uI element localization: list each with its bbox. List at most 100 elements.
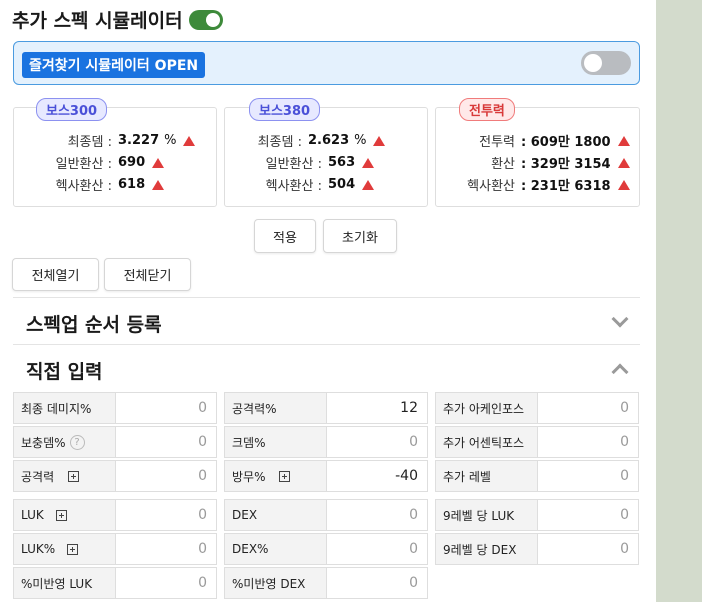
label-text: LUK (21, 508, 44, 522)
normal-convert-row: 일반환산 : 690 (14, 153, 216, 172)
field-label: 추가 아케인포스 (436, 393, 538, 423)
dex-per-9-level-input[interactable]: 0 (538, 534, 638, 564)
ignore-defense-input[interactable]: -40 (327, 461, 427, 491)
row-value: : 609만 1800 (521, 135, 611, 150)
expand-plus-icon[interactable] (279, 470, 291, 482)
increase-arrow-icon (152, 157, 165, 168)
field-label: 공격력% (225, 393, 327, 423)
expand-plus-icon[interactable] (67, 543, 79, 555)
row-label: 헥사환산 (467, 179, 515, 194)
expand-all-button[interactable]: 전체열기 (12, 258, 99, 291)
boss-damage-input-cell: 보충뎀%? 0 (13, 426, 217, 458)
favorites-toggle[interactable] (581, 51, 631, 75)
field-label: 9레벨 당 DEX (436, 534, 538, 564)
label-text: 공격력% (232, 401, 277, 416)
attack-percent-input[interactable]: 12 (327, 393, 427, 423)
row-label: 일반환산 : (265, 157, 322, 172)
combat-power-row: 전투력 : 609만 1800 (436, 131, 639, 150)
authentic-force-input[interactable]: 0 (538, 427, 638, 457)
unapplied-luk-input[interactable]: 0 (116, 568, 216, 598)
dex-percent-input-cell: DEX% 0 (224, 533, 428, 565)
boss380-badge: 보스380 (249, 98, 321, 121)
unapplied-luk-input-cell: %미반영 LUK 0 (13, 567, 217, 599)
field-label: 추가 레벨 (436, 461, 538, 491)
attack-input-cell: 공격력 0 (13, 460, 217, 492)
side-panel-background (656, 0, 702, 602)
attack-percent-input-cell: 공격력% 12 (224, 392, 428, 424)
luk-percent-input[interactable]: 0 (116, 534, 216, 564)
label-text: 추가 어센틱포스 (443, 435, 525, 450)
label-text: 추가 레벨 (443, 469, 491, 484)
increase-arrow-icon (373, 135, 386, 146)
help-icon[interactable]: ? (69, 434, 85, 450)
label-text: DEX (232, 508, 258, 522)
field-label: DEX (225, 500, 327, 530)
label-text: 방무% (232, 469, 266, 484)
arcane-force-input-cell: 추가 아케인포스 0 (435, 392, 639, 424)
field-label: 보충뎀%? (14, 427, 116, 457)
label-text: LUK% (21, 542, 56, 556)
row-value: 2.623 (308, 133, 350, 148)
collapse-all-button[interactable]: 전체닫기 (104, 258, 191, 291)
dex-input[interactable]: 0 (327, 500, 427, 530)
normal-convert-row: 일반환산 : 563 (225, 153, 427, 172)
unapplied-dex-input[interactable]: 0 (327, 568, 427, 598)
crit-damage-input[interactable]: 0 (327, 427, 427, 457)
row-value: 563 (328, 155, 356, 170)
direct-input-section-header[interactable]: 직접 입력 (13, 344, 640, 390)
simulator-toggle[interactable] (188, 9, 223, 30)
hexa-convert-row: 헥사환산 : 231만 6318 (436, 175, 639, 194)
row-label: 전투력 (479, 135, 515, 150)
reset-button[interactable]: 초기화 (323, 219, 397, 253)
expand-plus-icon[interactable] (55, 509, 67, 521)
luk-input[interactable]: 0 (116, 500, 216, 530)
dex-percent-input[interactable]: 0 (327, 534, 427, 564)
hexa-convert-row: 헥사환산 : 504 (225, 175, 427, 194)
label-text: 크뎀% (232, 435, 266, 450)
row-value: 690 (118, 155, 146, 170)
increase-arrow-icon (617, 157, 630, 168)
row-unit: % (354, 133, 367, 148)
ignore-defense-input-cell: 방무% -40 (224, 460, 428, 492)
row-value: 618 (118, 177, 146, 192)
chevron-up-icon (611, 363, 629, 381)
label-text: 9레벨 당 LUK (443, 508, 515, 523)
increase-arrow-icon (152, 179, 165, 190)
increase-arrow-icon (362, 179, 375, 190)
label-text: 추가 아케인포스 (443, 401, 525, 416)
attack-input[interactable]: 0 (116, 461, 216, 491)
field-label: %미반영 DEX (225, 568, 327, 598)
field-label: 크뎀% (225, 427, 327, 457)
expand-plus-icon[interactable] (68, 470, 80, 482)
field-label: LUK (14, 500, 116, 530)
extra-level-input[interactable]: 0 (538, 461, 638, 491)
toggle-knob (205, 12, 220, 27)
page-title: 추가 스펙 시뮬레이터 (12, 10, 183, 32)
combat-power-card: 전투력 전투력 : 609만 1800 환산 : 329만 3154 헥사환산 … (435, 98, 640, 207)
label-text: 최종 데미지% (21, 401, 92, 416)
section-title: 스펙업 순서 등록 (26, 314, 162, 336)
apply-button[interactable]: 적용 (254, 219, 316, 253)
authentic-force-input-cell: 추가 어센틱포스 0 (435, 426, 639, 458)
boss380-card: 보스380 최종뎀 : 2.623 % 일반환산 : 563 헥사환산 : 50… (224, 98, 428, 207)
extra-level-input-cell: 추가 레벨 0 (435, 460, 639, 492)
combat-power-badge: 전투력 (459, 98, 515, 121)
toggle-knob (584, 54, 602, 72)
label-text: 보충뎀% (21, 435, 66, 450)
row-label: 환산 (491, 157, 515, 172)
dex-per-9-level-input-cell: 9레벨 당 DEX 0 (435, 533, 639, 565)
boss-damage-input[interactable]: 0 (116, 427, 216, 457)
favorites-open-label[interactable]: 즐겨찾기 시뮬레이터 OPEN (22, 52, 206, 78)
field-label: 방무% (225, 461, 327, 491)
increase-arrow-icon (617, 179, 630, 190)
final-damage-input[interactable]: 0 (116, 393, 216, 423)
section-title: 직접 입력 (26, 361, 103, 383)
field-label: 최종 데미지% (14, 393, 116, 423)
spec-order-section-header[interactable]: 스펙업 순서 등록 (13, 297, 640, 344)
dex-input-cell: DEX 0 (224, 499, 428, 531)
field-label: 공격력 (14, 461, 116, 491)
arcane-force-input[interactable]: 0 (538, 393, 638, 423)
label-text: %미반영 LUK (21, 576, 93, 591)
luk-per-9-level-input[interactable]: 0 (538, 500, 638, 530)
row-label: 헥사환산 : (265, 179, 322, 194)
